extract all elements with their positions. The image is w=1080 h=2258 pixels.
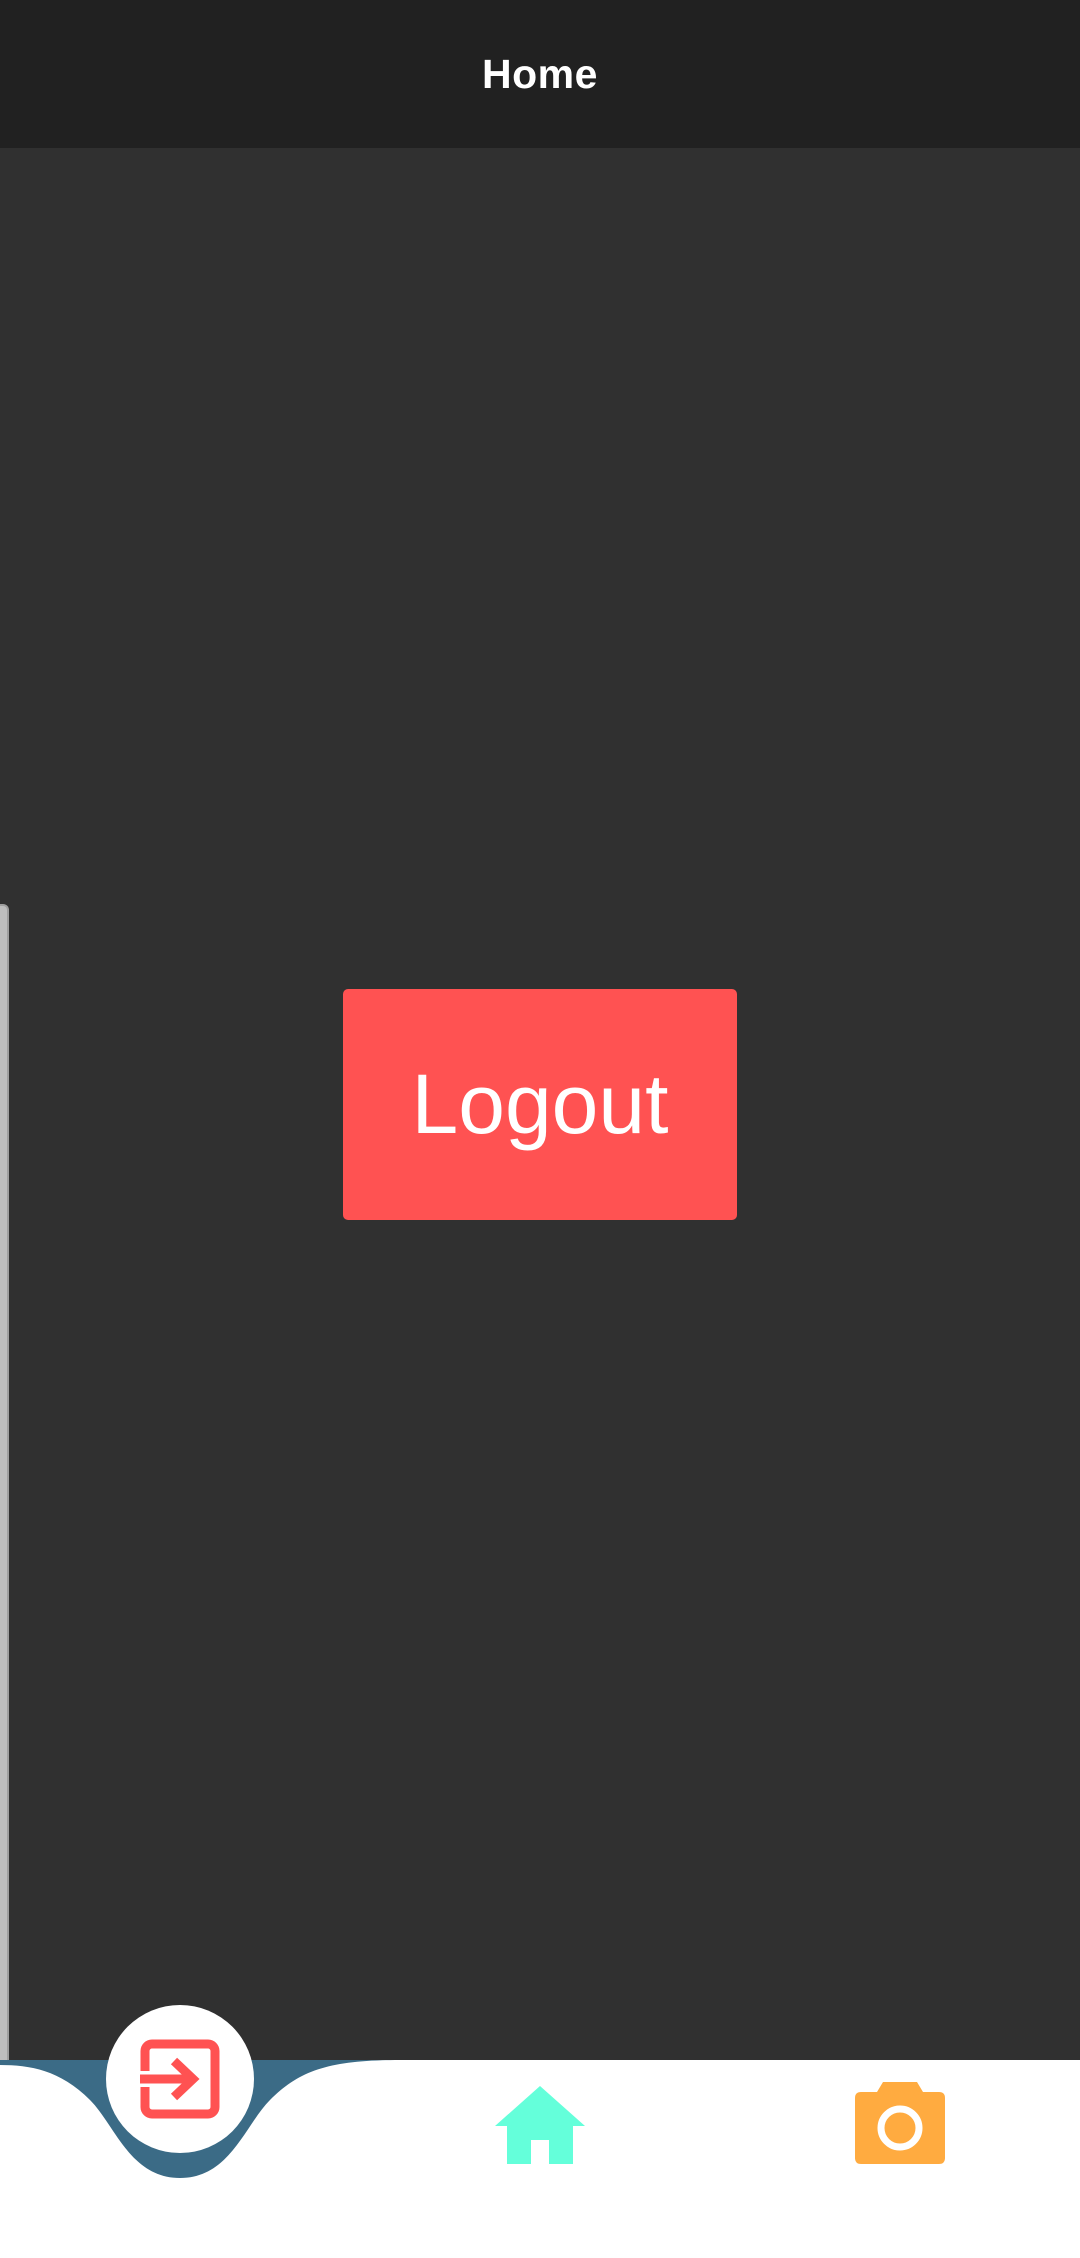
login-icon — [138, 2039, 220, 2119]
app-bar: Home — [0, 0, 1080, 148]
app-screen: Home Logout — [0, 0, 1080, 2258]
scroll-indicator[interactable] — [0, 904, 9, 2147]
logout-button[interactable]: Logout — [343, 989, 737, 1220]
home-icon — [495, 2086, 585, 2164]
nav-item-camera[interactable] — [850, 2078, 950, 2168]
camera-icon — [855, 2082, 945, 2164]
nav-item-home[interactable] — [490, 2080, 590, 2170]
page-title: Home — [482, 50, 598, 97]
nav-item-login[interactable] — [106, 2005, 254, 2153]
